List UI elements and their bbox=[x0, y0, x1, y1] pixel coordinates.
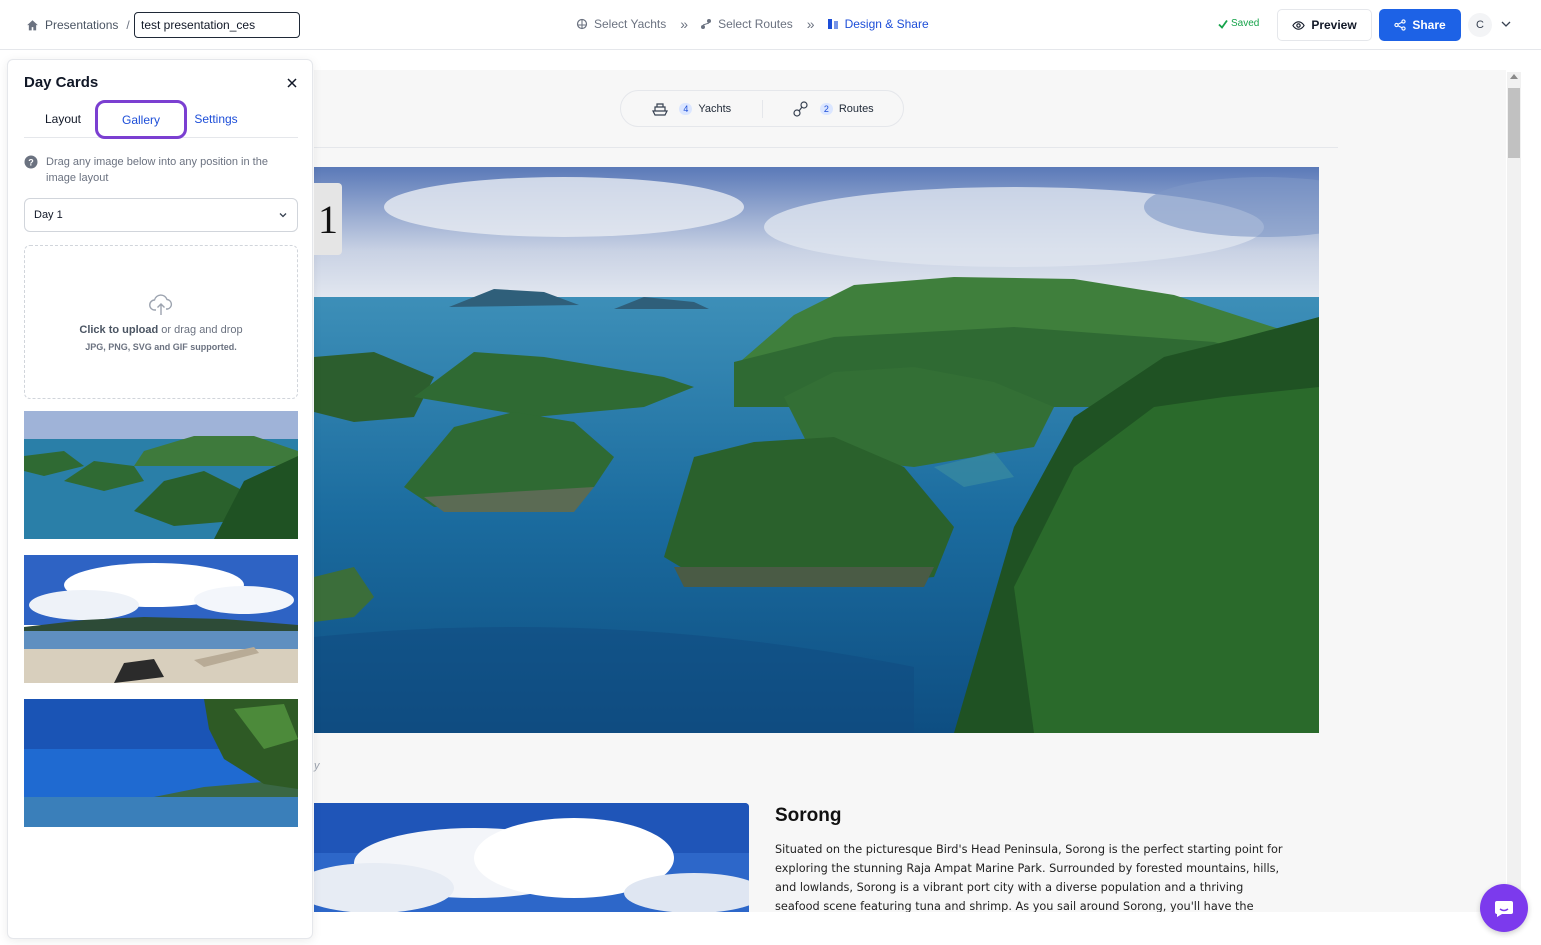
wizard-steps: Select Yachts » Select Routes » Design &… bbox=[576, 16, 929, 32]
canvas-bottom-edge bbox=[314, 912, 1506, 945]
tab-layout[interactable]: Layout bbox=[28, 100, 98, 138]
day-number-chip: 1 bbox=[314, 183, 342, 255]
share-icon bbox=[1394, 19, 1406, 31]
eye-icon bbox=[1292, 20, 1306, 30]
chat-icon bbox=[1495, 901, 1513, 917]
destination-description: Situated on the picturesque Bird's Head … bbox=[775, 843, 1283, 913]
chat-button[interactable] bbox=[1480, 884, 1528, 932]
step-label: Select Yachts bbox=[594, 17, 667, 31]
chevron-down-icon bbox=[279, 213, 287, 218]
yacht-icon bbox=[576, 18, 588, 30]
breadcrumb-presentations-link[interactable]: Presentations bbox=[45, 18, 118, 32]
presentation-title-input[interactable] bbox=[134, 12, 300, 38]
gallery-hint: ? Drag any image below into any position… bbox=[24, 154, 294, 186]
svg-text:?: ? bbox=[28, 158, 34, 168]
upload-instructions: Click to upload or drag and drop bbox=[79, 324, 242, 336]
breadcrumb: Presentations / bbox=[26, 12, 132, 38]
step-design-share[interactable]: Design & Share bbox=[827, 17, 929, 31]
routes-stat: 2 Routes bbox=[761, 99, 904, 118]
chevrons-right-icon: » bbox=[806, 16, 815, 32]
close-icon[interactable] bbox=[285, 76, 299, 90]
chevron-down-icon[interactable] bbox=[1500, 18, 1512, 30]
yachts-stat-label: Yachts bbox=[698, 102, 732, 115]
check-icon bbox=[1218, 19, 1228, 29]
gallery-image-lagoon[interactable] bbox=[24, 411, 298, 539]
upload-formats: JPG, PNG, SVG and GIF supported. bbox=[85, 342, 237, 352]
top-bar: Presentations / Select Yachts » Select R… bbox=[0, 0, 1541, 50]
upload-link[interactable]: Click to upload bbox=[79, 324, 158, 336]
scrollbar-thumb[interactable] bbox=[1508, 88, 1520, 158]
preview-button[interactable]: Preview bbox=[1277, 9, 1372, 41]
day-hero-image[interactable] bbox=[314, 167, 1319, 733]
step-select-routes[interactable]: Select Routes bbox=[700, 17, 793, 31]
help-circle-icon: ? bbox=[24, 155, 38, 169]
day-cards-panel: Day Cards Layout Gallery Settings ? Drag… bbox=[7, 59, 313, 939]
upload-dropzone[interactable]: Click to upload or drag and drop JPG, PN… bbox=[24, 245, 298, 399]
cloud-upload-icon bbox=[149, 294, 173, 315]
preview-label: Preview bbox=[1311, 18, 1357, 32]
breadcrumb-separator: / bbox=[126, 18, 130, 32]
summary-pill: 4 Yachts 2 Routes bbox=[620, 90, 904, 127]
destination-image[interactable] bbox=[314, 803, 749, 913]
home-icon bbox=[27, 19, 38, 30]
divider bbox=[314, 147, 1338, 148]
gallery-image-beach[interactable] bbox=[24, 555, 298, 683]
yacht-icon bbox=[652, 102, 669, 116]
saved-label: Saved bbox=[1231, 18, 1260, 29]
faint-caption: y bbox=[314, 760, 320, 772]
routes-stat-label: Routes bbox=[838, 102, 874, 115]
route-icon bbox=[701, 19, 712, 29]
design-icon bbox=[827, 19, 838, 29]
upload-rest: or drag and drop bbox=[161, 324, 243, 336]
route-icon bbox=[793, 100, 808, 117]
saved-status: Saved bbox=[1218, 18, 1259, 29]
gallery-image-coast[interactable] bbox=[24, 699, 298, 827]
scroll-up-arrow-icon[interactable] bbox=[1510, 74, 1518, 79]
share-button[interactable]: Share bbox=[1379, 9, 1461, 41]
destination-title: Sorong bbox=[775, 805, 842, 826]
step-select-yachts[interactable]: Select Yachts bbox=[576, 17, 666, 31]
routes-count-badge: 2 bbox=[819, 102, 833, 115]
yachts-stat: 4 Yachts bbox=[621, 100, 762, 118]
day-select-value: Day 1 bbox=[34, 209, 63, 221]
step-label: Select Routes bbox=[718, 17, 793, 31]
yachts-count-badge: 4 bbox=[679, 102, 693, 115]
chevrons-right-icon: » bbox=[680, 16, 688, 32]
tab-gallery[interactable]: Gallery bbox=[95, 100, 187, 139]
panel-tabs: Layout Gallery Settings bbox=[24, 100, 298, 139]
tab-settings[interactable]: Settings bbox=[184, 100, 248, 138]
gallery-hint-text: Drag any image below into any position i… bbox=[46, 156, 268, 184]
panel-title: Day Cards bbox=[24, 74, 99, 91]
avatar[interactable]: C bbox=[1468, 13, 1492, 37]
share-label: Share bbox=[1412, 18, 1446, 32]
step-label: Design & Share bbox=[844, 17, 929, 31]
canvas-scrollbar[interactable] bbox=[1507, 72, 1521, 912]
day-select[interactable]: Day 1 bbox=[24, 198, 298, 232]
